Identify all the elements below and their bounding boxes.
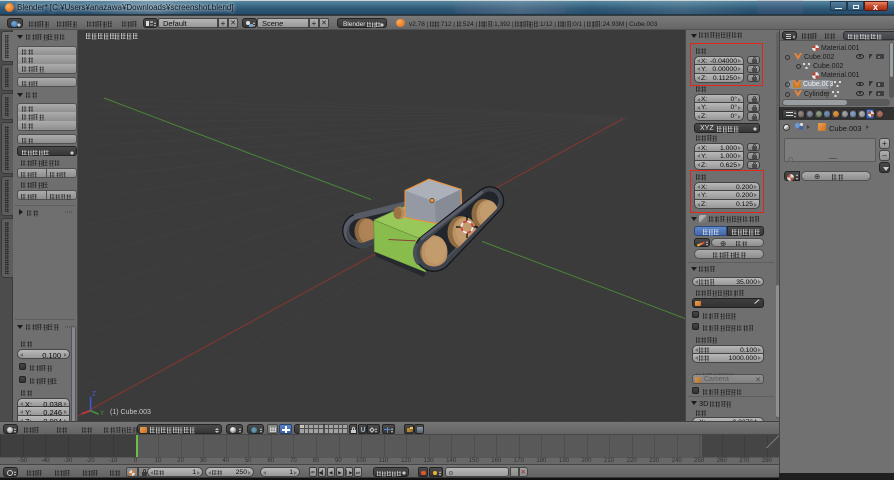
svg-text:Y: Y [100, 411, 104, 417]
svg-text:Z: Z [92, 392, 96, 398]
